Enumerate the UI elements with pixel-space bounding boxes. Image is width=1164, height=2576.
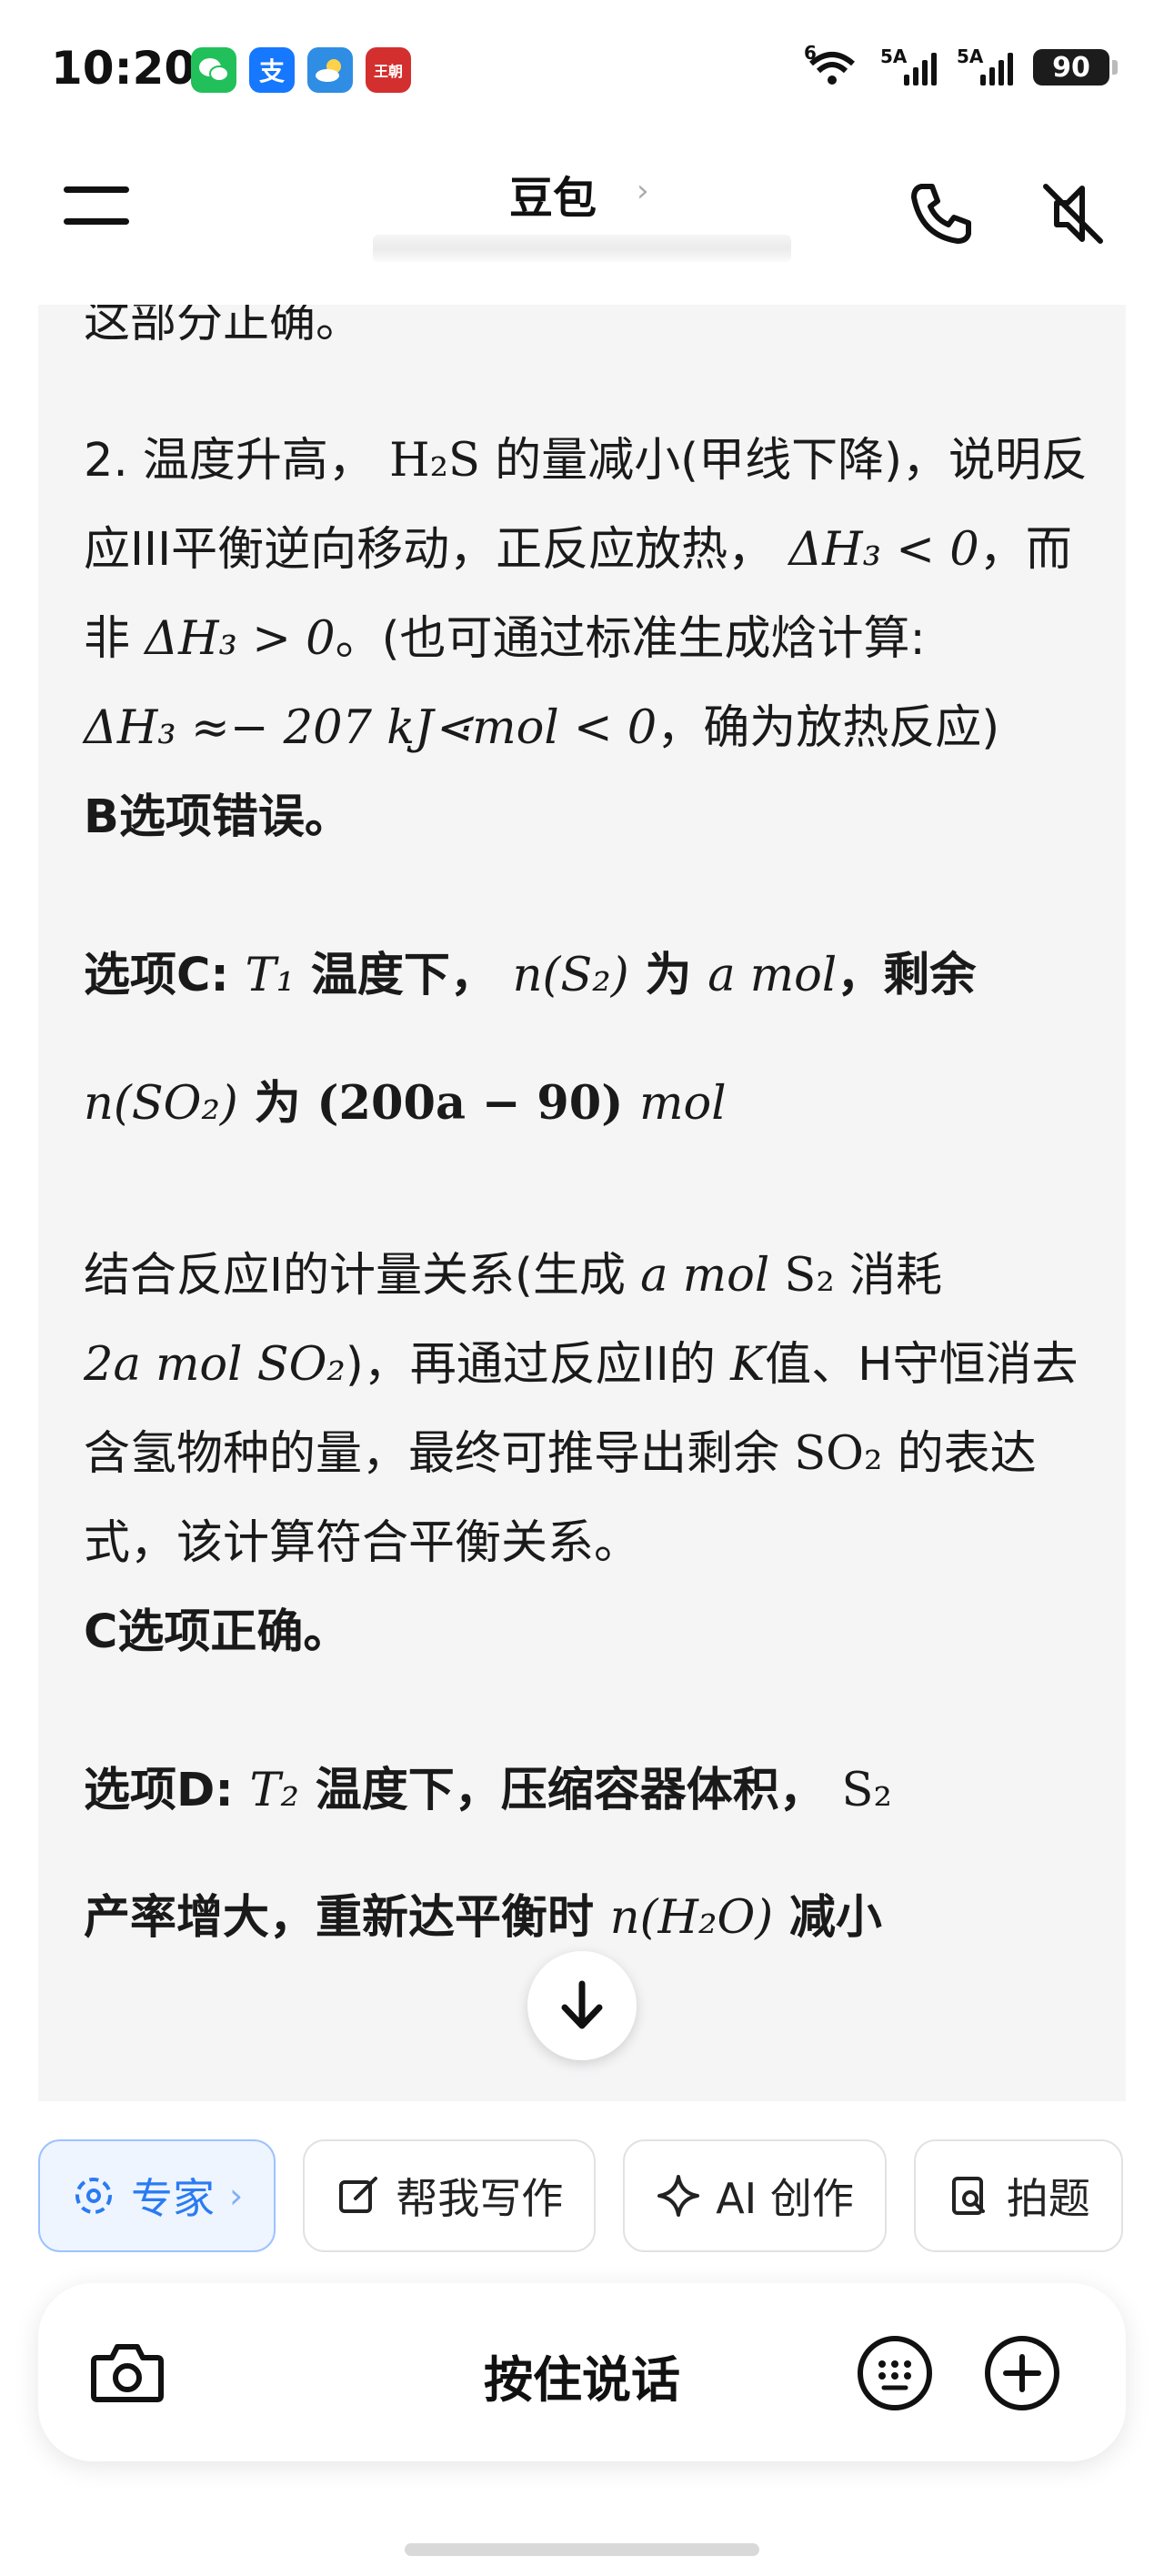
plus-icon[interactable] <box>982 2333 1062 2413</box>
status-time: 10:20 <box>51 42 196 95</box>
menu-icon[interactable] <box>64 186 129 232</box>
system-icons: 6 5A 5A 90 <box>804 42 1118 87</box>
alipay-icon: 支 <box>249 47 295 93</box>
chip-photo-question[interactable]: 拍题 <box>913 2139 1123 2252</box>
title-underline <box>373 235 791 262</box>
option-c-explanation: 结合反应I的计量关系(生成 a mol S₂ 消耗 2a mol SO₂)，再通… <box>84 1249 1079 1570</box>
wangchao-icon: 王朝 <box>366 47 411 93</box>
chip-ai-create[interactable]: AI 创作 <box>623 2139 887 2252</box>
chip-help-write[interactable]: 帮我写作 <box>303 2139 597 2252</box>
status-bar: 10:20 支 王朝 6 5A 5A 90 <box>0 0 1164 136</box>
message-paragraph: 这部分正确。 <box>84 305 363 348</box>
arrow-down-icon <box>561 1980 603 2029</box>
signal-icon-sim1: 5A <box>880 45 937 86</box>
option-d-heading: 选项D: T₂ 温度下，压缩容器体积， S₂ 产率增大，重新达平衡时 n(H₂O… <box>84 1764 892 1945</box>
scroll-to-bottom-button[interactable] <box>527 1951 637 2060</box>
option-c-heading: 选项C: T₁ 温度下， n(S₂) 为 a mol，剩余n(SO₂) 为 (2… <box>84 949 977 1131</box>
notification-icons: 支 王朝 <box>191 47 411 93</box>
message-paragraph: 2. 温度升高， H₂S 的量减小(甲线下降)，说明反应III平衡逆向移动，正反… <box>84 434 1088 755</box>
chat-title[interactable]: 豆包 <box>509 162 597 226</box>
expert-icon <box>75 2178 112 2214</box>
screen: 10:20 支 王朝 6 5A 5A 90 豆包 › 这部分正确。 2. 温度升… <box>0 0 1164 2576</box>
message-content: 这部分正确。 2. 温度升高， H₂S 的量减小(甲线下降)，说明反应III平衡… <box>84 305 1093 1982</box>
signal-icon-sim2: 5A <box>957 45 1013 86</box>
hold-to-talk-button[interactable]: 按住说话 <box>38 2340 1126 2411</box>
wifi-icon: 6 <box>804 42 860 87</box>
phone-call-icon[interactable] <box>905 177 978 250</box>
chip-expert[interactable]: 专家 › <box>38 2139 276 2252</box>
ai-message-card: 这部分正确。 2. 温度升高， H₂S 的量减小(甲线下降)，说明反应III平衡… <box>38 305 1126 2101</box>
input-bar: 按住说话 <box>38 2283 1126 2461</box>
title-chevron-icon[interactable]: › <box>637 173 649 209</box>
wechat-icon <box>191 47 236 93</box>
weather-icon <box>307 47 353 93</box>
battery-icon: 90 <box>1033 49 1118 86</box>
conclusion-b: B选项错误。 <box>84 790 351 844</box>
conclusion-c: C选项正确。 <box>84 1605 350 1659</box>
write-icon <box>339 2177 378 2213</box>
sparkle-icon <box>657 2175 700 2217</box>
quick-action-chips: 专家 › 帮我写作 AI 创作 拍题 <box>38 2139 1123 2254</box>
home-indicator[interactable] <box>405 2543 759 2556</box>
chat-header: 豆包 › <box>0 136 1164 305</box>
speaker-mute-icon[interactable] <box>1037 177 1109 250</box>
photo-question-icon <box>951 2177 985 2215</box>
keyboard-icon[interactable] <box>855 2333 935 2413</box>
